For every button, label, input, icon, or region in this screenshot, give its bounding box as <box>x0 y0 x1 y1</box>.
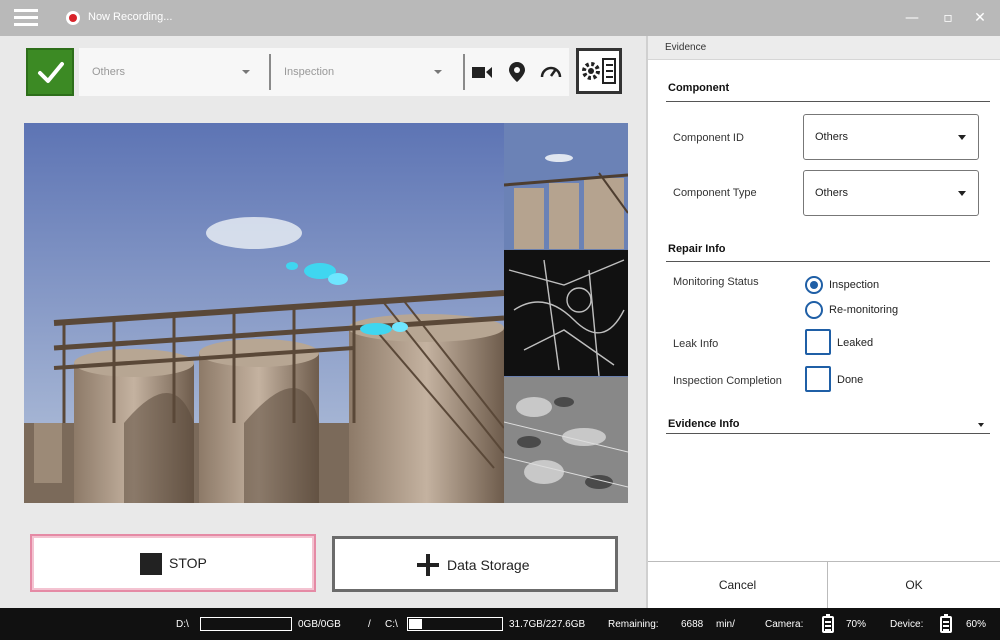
radio-re-monitoring-label: Re-monitoring <box>829 304 899 316</box>
camera-battery-label: Camera: <box>765 619 804 630</box>
thumbnail-edge[interactable] <box>504 250 628 376</box>
camera-battery-value: 70% <box>846 619 867 630</box>
toolbar-divider <box>463 54 465 90</box>
recording-status: Now Recording... <box>88 11 173 23</box>
plus-icon <box>417 554 439 576</box>
evidence-info-title: Evidence Info <box>668 418 740 430</box>
component-select[interactable]: Others <box>79 48 269 96</box>
data-storage-label: Data Storage <box>447 557 530 573</box>
component-select-value: Others <box>92 66 126 78</box>
leaked-checkbox[interactable] <box>805 329 831 355</box>
component-id-value: Others <box>815 131 849 143</box>
device-battery-label: Device: <box>890 619 924 630</box>
component-section-title: Component <box>668 82 730 94</box>
radio-re-monitoring[interactable] <box>805 301 823 319</box>
recording-dot-icon <box>66 11 80 25</box>
leaked-label: Leaked <box>837 337 874 349</box>
panel-title: Evidence <box>665 42 707 53</box>
repair-section-title: Repair Info <box>668 243 726 255</box>
title-bar: Now Recording... — ▫ ✕ <box>0 0 1000 36</box>
capture-toolbar: Others Inspection <box>79 48 569 96</box>
component-id-dropdown[interactable]: Others <box>803 114 979 160</box>
drive-d-label: D:\ <box>176 619 189 630</box>
drive-d-usage-bar <box>200 617 292 631</box>
rgb-thumbnail-image <box>504 123 628 249</box>
panel-header: Evidence <box>648 36 1000 60</box>
live-video-feed[interactable] <box>24 123 628 503</box>
device-battery-value: 60% <box>966 619 987 630</box>
maximize-icon[interactable]: ▫ <box>938 8 958 28</box>
data-storage-button[interactable]: Data Storage <box>332 536 618 592</box>
stop-button[interactable]: STOP <box>30 534 316 592</box>
confirm-check-button[interactable] <box>26 48 74 96</box>
evidence-panel: Evidence Component Component ID Others C… <box>646 36 1000 609</box>
checkmark-icon <box>38 62 64 83</box>
remaining-value: 6688 <box>681 619 704 630</box>
drive-separator: / <box>368 619 371 630</box>
gas-thumbnail-image <box>504 377 628 503</box>
drive-c-label: C:\ <box>385 619 398 630</box>
component-type-label: Component Type <box>673 187 757 199</box>
done-checkbox[interactable] <box>805 366 831 392</box>
chevron-down-icon <box>978 423 984 427</box>
main-camera-image <box>24 123 504 503</box>
drive-c-usage-bar <box>407 617 503 631</box>
done-label: Done <box>837 374 864 386</box>
settings-panel-icon <box>582 58 616 84</box>
hamburger-menu-icon[interactable] <box>14 9 38 27</box>
video-camera-icon[interactable] <box>470 60 494 84</box>
chevron-down-icon <box>242 70 250 74</box>
monitoring-select-value: Inspection <box>284 66 335 78</box>
thumbnail-rgb[interactable] <box>504 123 628 249</box>
drive-c-usage-fill <box>409 619 423 629</box>
stop-icon <box>140 553 162 575</box>
monitoring-select[interactable]: Inspection <box>271 48 461 96</box>
section-divider <box>666 261 990 262</box>
panel-footer: Cancel OK <box>648 561 1000 609</box>
chevron-down-icon <box>434 70 442 74</box>
status-bar: D:\ 0GB/0GB / C:\ 31.7GB/227.6GB Remaini… <box>0 608 1000 640</box>
gauge-icon[interactable] <box>539 60 563 84</box>
stop-label: STOP <box>169 555 207 571</box>
remaining-unit: min/ <box>716 619 735 630</box>
chevron-down-icon <box>958 135 966 140</box>
component-type-dropdown[interactable]: Others <box>803 170 979 216</box>
section-divider <box>666 433 990 434</box>
location-pin-icon[interactable] <box>505 60 529 84</box>
close-icon[interactable]: ✕ <box>970 8 990 28</box>
camera-battery-icon <box>822 614 834 633</box>
monitoring-status-label: Monitoring Status <box>673 276 759 288</box>
chevron-down-icon <box>958 191 966 196</box>
ok-button[interactable]: OK <box>828 562 1000 609</box>
thumbnail-gas[interactable] <box>504 377 628 503</box>
cancel-button[interactable]: Cancel <box>648 562 828 609</box>
component-id-label: Component ID <box>673 132 744 144</box>
minimize-icon[interactable]: — <box>902 8 922 28</box>
leak-info-label: Leak Info <box>673 338 719 350</box>
edge-thumbnail-image <box>504 250 628 376</box>
component-type-value: Others <box>815 187 849 199</box>
drive-d-value: 0GB/0GB <box>298 619 341 630</box>
remaining-label: Remaining: <box>608 619 659 630</box>
drive-c-value: 31.7GB/227.6GB <box>509 619 586 630</box>
device-battery-icon <box>940 614 952 633</box>
camera-pane: Others Inspection STOP Data Storage <box>0 36 646 608</box>
radio-inspection-label: Inspection <box>829 279 880 291</box>
settings-panel-button[interactable] <box>576 48 622 94</box>
inspection-completion-label: Inspection Completion <box>673 375 782 387</box>
radio-inspection[interactable] <box>805 276 823 294</box>
section-divider <box>666 101 990 102</box>
